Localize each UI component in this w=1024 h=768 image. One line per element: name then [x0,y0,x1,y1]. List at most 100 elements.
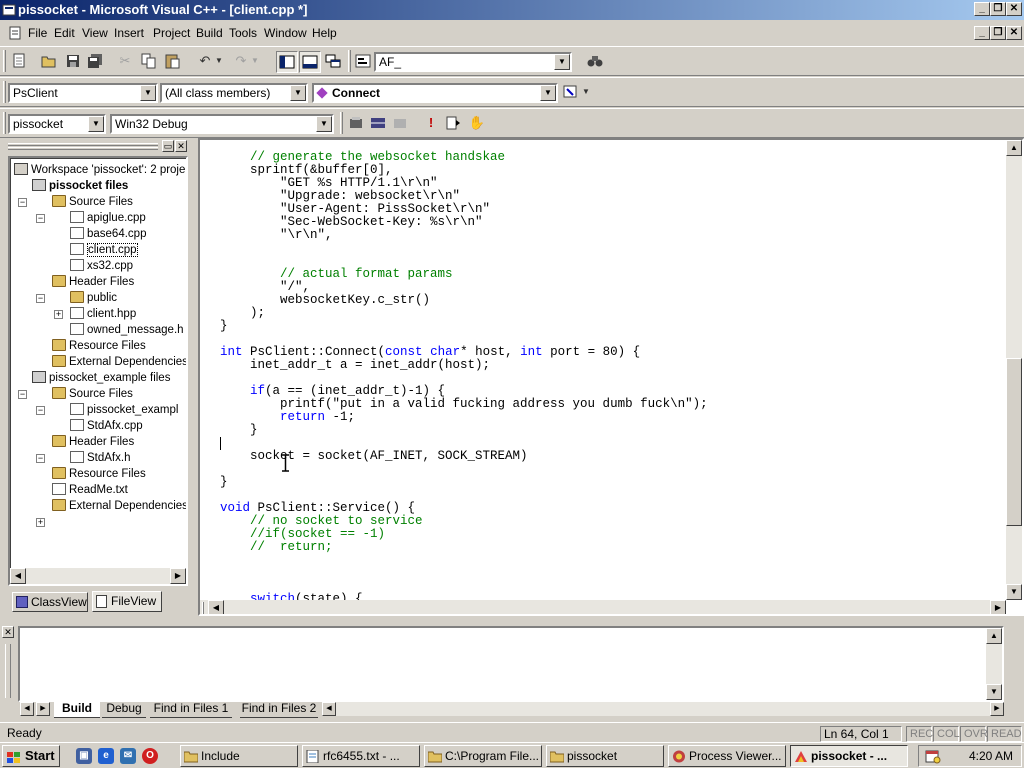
output-toggle-icon[interactable] [299,51,321,73]
tree-node-file[interactable]: base64.cpp [70,226,146,242]
project-combo[interactable]: pissocket ▼ [8,114,106,134]
tree-node-file[interactable]: pissocket_exampl [70,402,178,418]
mdi-minimize-button[interactable]: _ [974,26,990,40]
opera-icon[interactable]: O [142,748,158,764]
scroll-left-icon[interactable]: ◀ [208,600,224,614]
tree-node-file[interactable]: StdAfx.h [70,450,130,466]
expand-icon[interactable]: + [36,518,45,527]
wizard-action-icon[interactable] [560,82,582,104]
file-tree[interactable]: Workspace 'pissocket': 2 proje − pissock… [8,156,188,586]
save-icon[interactable] [62,51,84,73]
menu-tools[interactable]: Tools [229,26,257,40]
scroll-left-icon[interactable]: ◀ [10,568,26,584]
code-line[interactable]: return -1; [220,411,708,424]
tree-node-folder[interactable]: External Dependencies [52,354,186,370]
code-line[interactable]: // return; [220,541,708,554]
task-rfc6455[interactable]: rfc6455.txt - ... [302,745,420,767]
tree-node-folder[interactable]: External Dependencies [52,498,186,514]
scroll-up-icon[interactable]: ▲ [986,628,1002,644]
tree-node-file-selected[interactable]: client.cpp [70,242,138,258]
menu-edit[interactable]: Edit [54,26,75,40]
menu-help[interactable]: Help [312,26,337,40]
paste-icon[interactable] [162,51,184,73]
tree-node-file[interactable]: client.hpp [70,306,136,322]
new-file-icon[interactable] [8,51,30,73]
tree-node-folder[interactable]: Resource Files [52,338,146,354]
pane-close-button[interactable]: ✕ [2,626,14,638]
tab-find-in-files-1[interactable]: Find in Files 1 [150,700,232,718]
scroll-right-icon[interactable]: ▶ [990,702,1004,716]
tab-debug[interactable]: Debug [102,700,146,718]
task-include[interactable]: Include [180,745,298,767]
code-line[interactable]: ); [220,307,708,320]
binoculars-icon[interactable] [584,51,606,73]
go-icon[interactable] [443,113,465,135]
tree-node-file[interactable]: apiglue.cpp [70,210,146,226]
tree-node-folder[interactable]: Resource Files [52,466,146,482]
window-list-icon[interactable] [322,51,344,73]
maximize-button[interactable]: ❐ [990,2,1006,16]
collapse-icon[interactable]: − [18,198,27,207]
tab-classview[interactable]: ClassView [12,592,88,612]
scroll-thumb[interactable] [1006,358,1022,526]
code-line[interactable]: inet_addr_t a = inet_addr(host); [220,359,708,372]
editor-hscrollbar[interactable]: ◀ ▶ [200,600,1006,614]
selection-margin[interactable] [200,140,214,614]
config-combo[interactable]: Win32 Debug ▼ [110,114,334,134]
output-text-area[interactable]: ▲ ▼ [18,626,1004,702]
tab-build[interactable]: Build [54,700,100,718]
scroll-down-icon[interactable]: ▼ [1006,584,1022,600]
code-line[interactable] [220,554,708,567]
undo-icon[interactable]: ↶ [194,51,216,73]
menu-build[interactable]: Build [196,26,223,40]
chevron-down-icon[interactable]: ▼ [554,54,570,70]
chevron-down-icon[interactable]: ▼ [140,85,156,101]
execute-icon[interactable]: ! [420,113,442,135]
start-button[interactable]: Start [2,745,60,767]
menu-project[interactable]: Project [153,26,190,40]
mdi-restore-button[interactable]: ❐ [990,26,1006,40]
members-combo[interactable]: (All class members) ▼ [160,83,308,103]
code-line[interactable]: websocketKey.c_str() [220,294,708,307]
output-vscrollbar[interactable]: ▲ ▼ [986,628,1002,700]
workspace-toggle-icon[interactable] [276,51,298,73]
class-combo[interactable]: PsClient ▼ [8,83,158,103]
outlook-express-icon[interactable]: ✉ [120,748,136,764]
collapse-icon[interactable]: − [36,406,45,415]
tree-node-file[interactable]: xs32.cpp [70,258,133,274]
tab-scroll-left-icon[interactable]: ◀ [20,702,34,716]
menu-file[interactable]: File [28,26,47,40]
menu-view[interactable]: View [82,26,108,40]
scroll-up-icon[interactable]: ▲ [1006,140,1022,156]
editor-vscrollbar[interactable]: ▲ ▼ [1006,140,1022,600]
expand-icon[interactable]: + [54,310,63,319]
task-pissocket-folder[interactable]: pissocket [546,745,664,767]
show-desktop-icon[interactable]: ▣ [76,748,92,764]
tree-node-folder[interactable]: public [70,290,117,306]
tree-node-file[interactable]: owned_message.h [70,322,184,338]
chevron-down-icon[interactable]: ▼ [316,116,332,132]
scroll-down-icon[interactable]: ▼ [986,684,1002,700]
code-line[interactable]: } [220,424,708,437]
compile-icon[interactable] [345,113,367,135]
pane-close-button[interactable]: ✕ [175,140,187,152]
chevron-down-icon[interactable]: ▼ [290,85,306,101]
scroll-left-icon[interactable]: ◀ [322,702,336,716]
tree-node-file[interactable]: ReadMe.txt [52,482,128,498]
tab-fileview[interactable]: FileView [92,591,162,612]
code-line[interactable]: } [220,476,708,489]
tree-node-workspace[interactable]: Workspace 'pissocket': 2 proje [14,162,185,178]
task-visual-cpp[interactable]: pissocket - ... [790,745,908,767]
mdi-close-button[interactable]: ✕ [1006,26,1022,40]
scroll-right-icon[interactable]: ▶ [990,600,1006,614]
tree-node-folder[interactable]: Header Files [52,434,134,450]
menu-window[interactable]: Window [264,26,307,40]
code-line[interactable] [220,567,708,580]
collapse-icon[interactable]: − [36,214,45,223]
pane-maximize-button[interactable]: ▭ [162,140,174,152]
find-in-files-icon[interactable] [352,51,374,73]
tree-node-file[interactable]: StdAfx.cpp [70,418,143,434]
collapse-icon[interactable]: − [18,390,27,399]
document-icon[interactable] [8,26,22,40]
save-all-icon[interactable] [84,51,106,73]
